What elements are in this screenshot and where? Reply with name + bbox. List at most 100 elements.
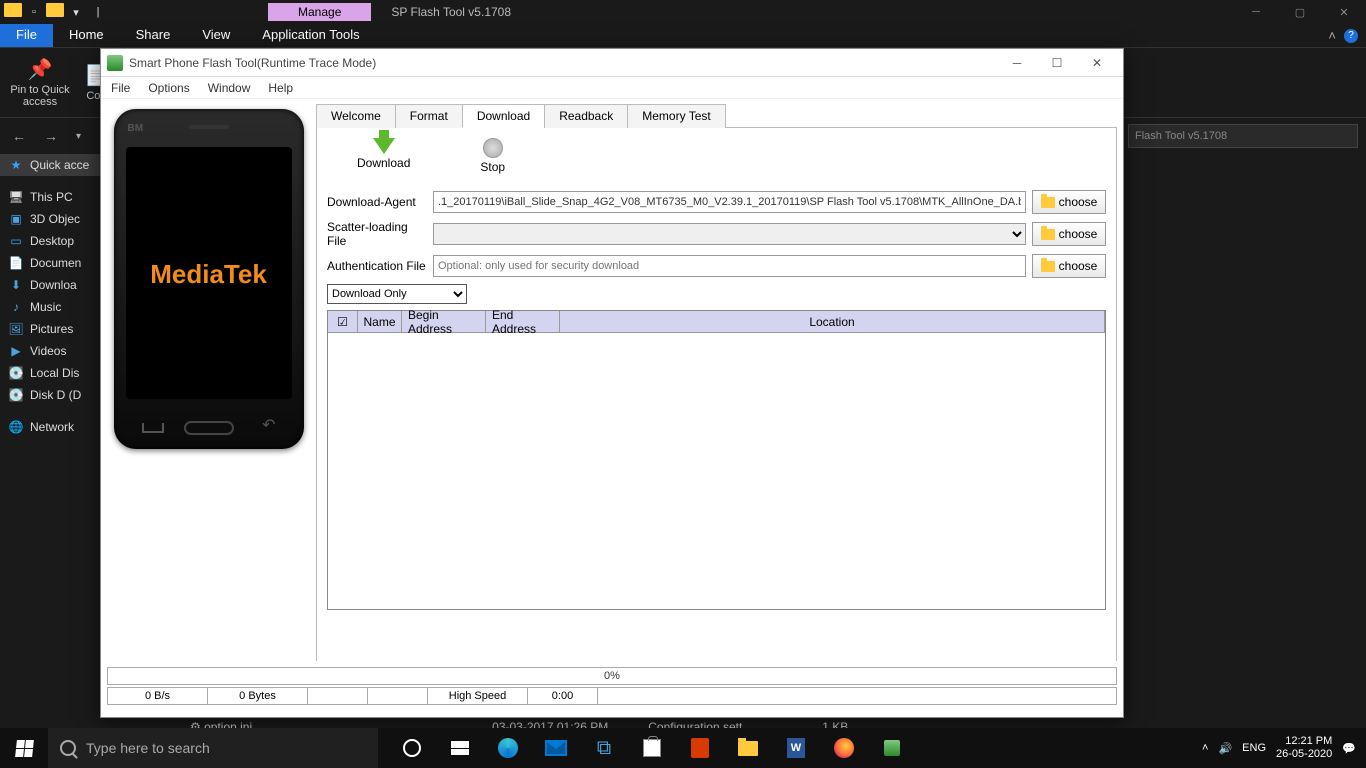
taskbar-spft[interactable] xyxy=(868,728,916,768)
language-indicator[interactable]: ENG xyxy=(1242,742,1266,754)
stop-action-button[interactable]: Stop xyxy=(480,138,505,174)
pin-quick-access-button[interactable]: 📌 Pin to Quick access xyxy=(10,57,70,108)
auth-file-input[interactable] xyxy=(433,255,1026,277)
qat-icon[interactable]: ▫ xyxy=(24,3,44,21)
status-rate: 0 B/s xyxy=(108,688,208,704)
nav-documents[interactable]: 📄Documen xyxy=(0,252,100,274)
status-cell xyxy=(308,688,368,704)
nav-3d-objects[interactable]: ▣3D Objec xyxy=(0,208,100,230)
ribbon-tab-share[interactable]: Share xyxy=(120,24,187,47)
spft-titlebar[interactable]: Smart Phone Flash Tool(Runtime Trace Mod… xyxy=(101,49,1123,77)
tab-welcome[interactable]: Welcome xyxy=(316,104,396,128)
grid-header-location[interactable]: Location xyxy=(560,311,1105,332)
taskbar-explorer[interactable] xyxy=(724,728,772,768)
ribbon-tab-home[interactable]: Home xyxy=(53,24,120,47)
qat-dropdown-icon[interactable]: ▾ xyxy=(66,3,86,21)
pc-icon: 🖥 xyxy=(8,190,24,204)
nav-history-icon[interactable]: ▾ xyxy=(72,131,85,142)
choose-da-button[interactable]: choose xyxy=(1032,190,1106,214)
tab-format[interactable]: Format xyxy=(395,104,463,128)
taskbar-firefox[interactable] xyxy=(820,728,868,768)
status-speed: High Speed xyxy=(428,688,528,704)
taskbar-store[interactable] xyxy=(628,728,676,768)
grid-header-begin[interactable]: Begin Address xyxy=(402,311,486,332)
progress-bar: 0% xyxy=(107,667,1117,685)
menu-options[interactable]: Options xyxy=(148,81,189,95)
grid-header-end[interactable]: End Address xyxy=(486,311,560,332)
nav-pictures[interactable]: 🖼Pictures xyxy=(0,318,100,340)
button-label: choose xyxy=(1059,227,1098,241)
spft-window-title: Smart Phone Flash Tool(Runtime Trace Mod… xyxy=(129,56,376,70)
app-icon xyxy=(107,55,123,71)
choose-scatter-button[interactable]: choose xyxy=(1032,222,1106,246)
taskbar-mail[interactable] xyxy=(532,728,580,768)
documents-icon: 📄 xyxy=(8,256,24,270)
help-icon[interactable]: ? xyxy=(1344,29,1358,43)
grid-header-name[interactable]: Name xyxy=(358,311,402,332)
stop-icon xyxy=(483,138,503,158)
taskbar-office[interactable] xyxy=(676,728,724,768)
progress-text: 0% xyxy=(604,670,620,682)
nav-back-icon[interactable]: ← xyxy=(8,128,30,144)
menu-help[interactable]: Help xyxy=(268,81,293,95)
ribbon-tab-file[interactable]: File xyxy=(0,24,53,47)
tray-overflow-icon[interactable]: ˄ xyxy=(1202,742,1208,754)
ribbon-tab-view[interactable]: View xyxy=(186,24,246,47)
explorer-search-input[interactable]: Flash Tool v5.1708 xyxy=(1128,124,1358,148)
action-center-icon[interactable]: 💬 xyxy=(1342,742,1356,755)
task-view-icon xyxy=(451,741,469,755)
nav-desktop[interactable]: ▭Desktop xyxy=(0,230,100,252)
tab-download[interactable]: Download xyxy=(462,104,545,128)
nav-label: Music xyxy=(30,300,61,314)
taskbar-search-input[interactable]: Type here to search xyxy=(48,728,378,768)
phone-back-button: ↶ xyxy=(262,415,275,435)
ribbon-label: Pin to Quick access xyxy=(10,84,70,108)
nav-label: Network xyxy=(30,420,74,434)
nav-network[interactable]: 🌐Network xyxy=(0,416,100,438)
tab-readback[interactable]: Readback xyxy=(544,104,628,128)
taskbar-clock[interactable]: 12:21 PM 26-05-2020 xyxy=(1276,735,1332,761)
start-button[interactable] xyxy=(0,728,48,768)
close-button[interactable]: ✕ xyxy=(1322,0,1366,24)
taskbar-word[interactable]: W xyxy=(772,728,820,768)
manage-contextual-tab[interactable]: Manage xyxy=(268,3,371,21)
nav-label: Pictures xyxy=(30,322,73,336)
download-mode-select[interactable]: Download Only xyxy=(327,284,467,304)
nav-forward-icon[interactable]: → xyxy=(40,128,62,144)
explorer-nav-pane: ★Quick acce 🖥This PC ▣3D Objec ▭Desktop … xyxy=(0,154,100,728)
choose-auth-button[interactable]: choose xyxy=(1032,254,1106,278)
download-icon: ⬇ xyxy=(8,278,24,292)
cortana-button[interactable] xyxy=(388,728,436,768)
tab-memory-test[interactable]: Memory Test xyxy=(627,104,725,128)
nav-local-disk[interactable]: 💽Local Dis xyxy=(0,362,100,384)
menu-window[interactable]: Window xyxy=(208,81,251,95)
phone-mockup: BM MediaTek ↶ xyxy=(114,109,304,449)
drive-icon: 💽 xyxy=(8,366,24,380)
nav-downloads[interactable]: ⬇Downloa xyxy=(0,274,100,296)
nav-videos[interactable]: ▶Videos xyxy=(0,340,100,362)
task-view-button[interactable] xyxy=(436,728,484,768)
volume-icon[interactable]: 🔊 xyxy=(1218,742,1232,755)
download-action-button[interactable]: Download xyxy=(357,138,410,174)
maximize-button[interactable]: ▢ xyxy=(1278,0,1322,24)
close-button[interactable]: ✕ xyxy=(1077,50,1117,76)
nav-disk-d[interactable]: 💽Disk D (D xyxy=(0,384,100,406)
maximize-button[interactable]: ☐ xyxy=(1037,50,1077,76)
grid-header-checkbox[interactable]: ☑ xyxy=(328,311,358,332)
menu-file[interactable]: File xyxy=(111,81,130,95)
scatter-file-select[interactable] xyxy=(433,223,1026,245)
nav-quick-access[interactable]: ★Quick acce xyxy=(0,154,100,176)
ribbon-tab-apptools[interactable]: Application Tools xyxy=(246,24,375,47)
nav-music[interactable]: ♪ Music xyxy=(0,296,100,318)
taskbar-app[interactable]: ⧉ xyxy=(580,728,628,768)
music-icon: ♪ xyxy=(8,300,24,314)
explorer-ribbon-tabs: File Home Share View Application Tools ˄… xyxy=(0,24,1366,48)
taskbar-edge[interactable] xyxy=(484,728,532,768)
button-label: choose xyxy=(1059,259,1098,273)
minimize-button[interactable]: ─ xyxy=(997,50,1037,76)
minimize-button[interactable]: ─ xyxy=(1234,0,1278,24)
nav-this-pc[interactable]: 🖥This PC xyxy=(0,186,100,208)
ribbon-collapse-icon[interactable]: ˄ xyxy=(1328,28,1336,43)
download-agent-input[interactable] xyxy=(433,191,1026,213)
status-bytes: 0 Bytes xyxy=(208,688,308,704)
